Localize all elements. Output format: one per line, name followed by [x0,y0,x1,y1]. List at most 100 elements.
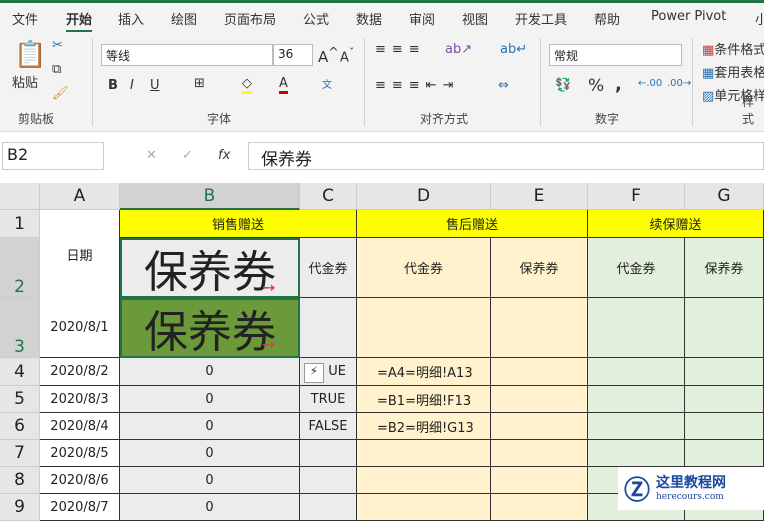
row-header-1[interactable]: 1 [0,210,40,238]
cell-c5[interactable]: TRUE [300,386,357,413]
font-name-select[interactable]: 等线 [101,44,273,66]
cell-d9[interactable] [357,494,491,521]
select-all-button[interactable] [0,183,40,210]
cell-d4[interactable]: =A4=明细!A13 [357,358,491,386]
tab-draw[interactable]: 绘图 [171,9,197,28]
tab-developer[interactable]: 开发工具 [515,9,567,28]
tab-data[interactable]: 数据 [356,9,382,28]
cell-c7[interactable] [300,440,357,467]
cell-a4[interactable]: 2020/8/2 [40,358,120,386]
comma-button[interactable]: , [615,74,622,95]
borders-icon[interactable]: ⊞ [194,76,205,91]
cell-b4[interactable]: 0 [120,358,300,386]
cell-e5[interactable] [491,386,588,413]
number-format-select[interactable]: 常规 [549,44,682,66]
name-box[interactable]: B2 [2,142,104,170]
cell-f3[interactable] [588,298,685,358]
cell-d2[interactable]: 代金券 [357,238,491,298]
orientation-icon[interactable]: ab↗ [445,42,472,57]
cell-d3[interactable] [357,298,491,358]
column-header-d[interactable]: D [357,183,491,210]
insert-function-button[interactable]: fx [218,148,230,163]
formula-input[interactable]: 保养券 [248,142,764,170]
column-header-b[interactable]: B [120,183,300,210]
increase-font-icon[interactable]: A^ [318,44,339,66]
cell-a8[interactable]: 2020/8/6 [40,467,120,494]
tab-view[interactable]: 视图 [462,9,488,28]
cell-e2[interactable]: 保养券 [491,238,588,298]
cell-d7[interactable] [357,440,491,467]
cell-b1-sales-gift[interactable]: 销售赠送 [120,210,357,238]
cell-c6[interactable]: FALSE [300,413,357,440]
cell-d1-after-sales-gift[interactable]: 售后赠送 [357,210,588,238]
decrease-font-icon[interactable]: Aˇ [340,46,354,65]
font-size-select[interactable]: 36 [273,44,313,66]
row-header-7[interactable]: 7 [0,440,40,467]
cell-a3[interactable]: 2020/8/1 [40,298,120,358]
cell-c3[interactable] [300,298,357,358]
fill-color-icon[interactable]: ◇ [242,76,252,94]
row-header-5[interactable]: 5 [0,386,40,413]
underline-button[interactable]: U [150,78,160,93]
row-header-2[interactable]: 2 [0,238,40,298]
cell-d6[interactable]: =B2=明细!G13 [357,413,491,440]
italic-button[interactable]: I [130,78,134,93]
paste-icon[interactable]: 📋 [14,40,46,70]
format-painter-icon[interactable]: 🖌 [52,86,69,101]
row-header-4[interactable]: 4 [0,358,40,386]
wrap-text-icon[interactable]: ab↵ [500,42,527,57]
cell-g7[interactable] [685,440,764,467]
merge-center-icon[interactable]: ⇔ [498,78,509,93]
column-header-a[interactable]: A [40,183,120,210]
cell-e8[interactable] [491,467,588,494]
cell-d8[interactable] [357,467,491,494]
cell-c9[interactable] [300,494,357,521]
cell-b8[interactable]: 0 [120,467,300,494]
cell-f5[interactable] [588,386,685,413]
cell-b7[interactable]: 0 [120,440,300,467]
cell-e4[interactable] [491,358,588,386]
paste-button[interactable]: 粘贴 [12,72,38,91]
cell-b5[interactable]: 0 [120,386,300,413]
tab-more[interactable]: 小 [755,9,764,28]
cell-b6[interactable]: 0 [120,413,300,440]
cell-f1-renewal-gift[interactable]: 续保赠送 [588,210,764,238]
row-header-8[interactable]: 8 [0,467,40,494]
cell-g4[interactable] [685,358,764,386]
font-color-icon[interactable]: A [279,76,288,94]
column-header-f[interactable]: F [588,183,685,210]
tab-help[interactable]: 帮助 [594,9,620,28]
tab-power-pivot[interactable]: Power Pivot [651,9,726,24]
cancel-icon[interactable]: ✕ [146,148,157,163]
cell-f2[interactable]: 代金券 [588,238,685,298]
increase-decimal-icon[interactable]: ←.00 [638,78,662,89]
cell-a6[interactable]: 2020/8/4 [40,413,120,440]
format-as-table-button[interactable]: ▦套用表格 [702,62,764,81]
column-header-e[interactable]: E [491,183,588,210]
cell-e3[interactable] [491,298,588,358]
row-header-3[interactable]: 3 [0,298,40,358]
phonetic-icon[interactable]: 文 [322,76,332,91]
cell-g2[interactable]: 保养券 [685,238,764,298]
tab-home[interactable]: 开始 [66,9,93,33]
vertical-align-icons[interactable]: ≡≡≡ [375,42,426,57]
column-header-c[interactable]: C [300,183,357,210]
cell-e6[interactable] [491,413,588,440]
enter-icon[interactable]: ✓ [182,148,193,163]
conditional-format-button[interactable]: ▦条件格式 [702,39,764,58]
cell-e9[interactable] [491,494,588,521]
cell-c2[interactable]: 代金券 [300,238,357,298]
cell-g3[interactable] [685,298,764,358]
row-header-6[interactable]: 6 [0,413,40,440]
cell-b9[interactable]: 0 [120,494,300,521]
row-header-9[interactable]: 9 [0,494,40,521]
cell-g5[interactable] [685,386,764,413]
cut-icon[interactable]: ✂ [52,38,63,53]
copy-icon[interactable]: ⧉ [52,62,61,77]
tab-formulas[interactable]: 公式 [303,9,329,28]
flash-fill-options-icon[interactable]: ⚡ [304,363,324,383]
cell-c8[interactable] [300,467,357,494]
accounting-format-icon[interactable]: 💱 [555,78,571,93]
tab-insert[interactable]: 插入 [118,9,144,28]
cell-e7[interactable] [491,440,588,467]
